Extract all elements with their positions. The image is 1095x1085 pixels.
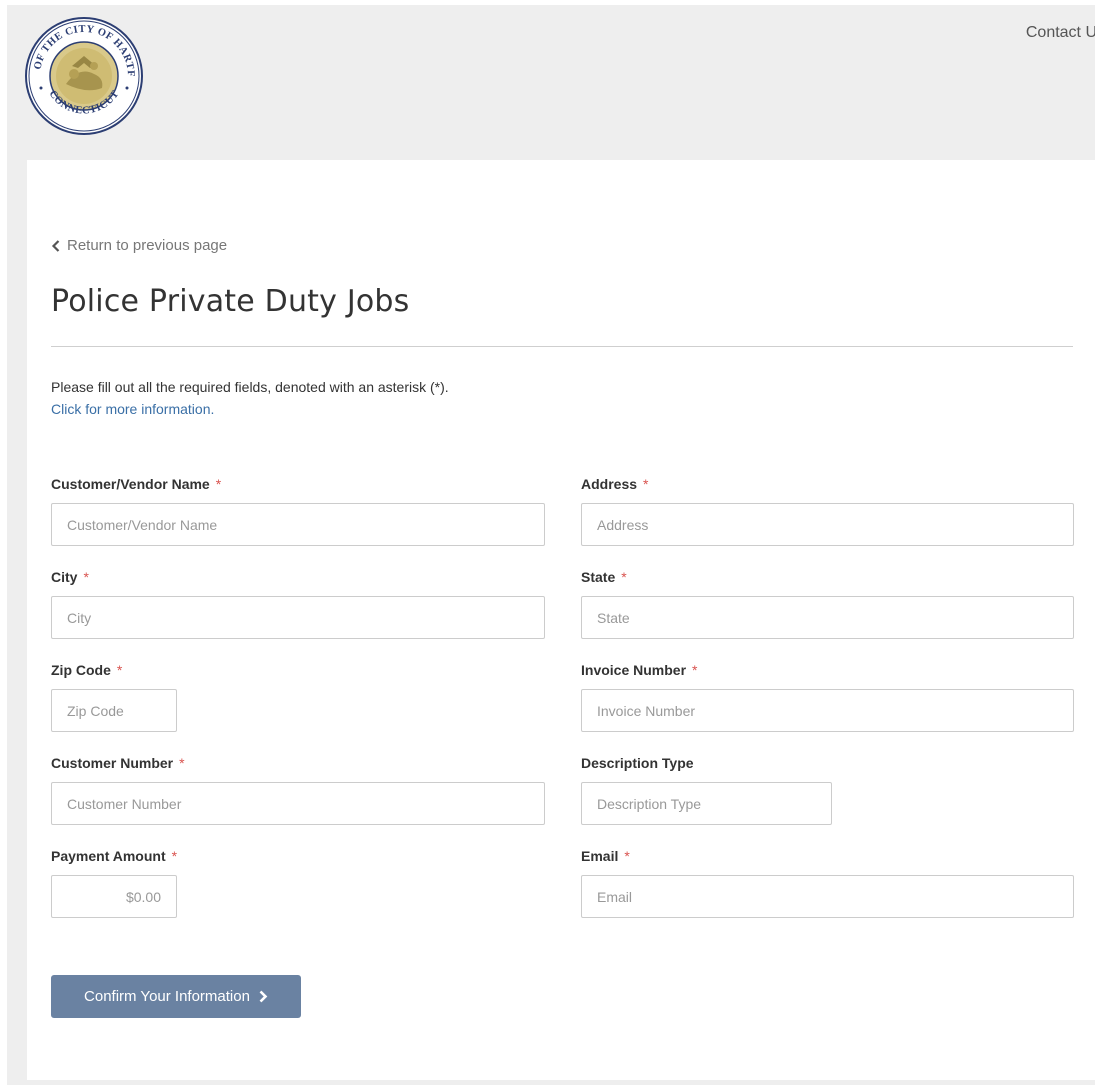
- more-information-link[interactable]: Click for more information.: [51, 401, 214, 417]
- description-type-label: Description Type: [581, 755, 694, 771]
- invoice-number-label: Invoice Number *: [581, 662, 698, 678]
- seal-icon: SEAL OF THE CITY OF HARTFORD CONNECTICUT: [20, 8, 143, 135]
- customer-name-group: Customer/Vendor Name *: [51, 474, 545, 546]
- address-label: Address *: [581, 476, 649, 492]
- contact-us-link[interactable]: Contact Us: [1026, 24, 1095, 42]
- site-header: SEAL OF THE CITY OF HARTFORD CONNECTICUT…: [7, 5, 1095, 160]
- email-label: Email *: [581, 848, 630, 864]
- required-asterisk: *: [179, 755, 185, 771]
- return-previous-link[interactable]: Return to previous page: [51, 237, 227, 254]
- title-divider: [51, 346, 1073, 347]
- customer-name-label: Customer/Vendor Name *: [51, 476, 222, 492]
- return-previous-label: Return to previous page: [67, 237, 228, 254]
- state-input[interactable]: [581, 596, 1074, 639]
- confirm-information-button[interactable]: Confirm Your Information: [51, 975, 301, 1018]
- customer-name-input[interactable]: [51, 503, 545, 546]
- city-group: City *: [51, 567, 545, 639]
- customer-number-label: Customer Number *: [51, 755, 185, 771]
- required-asterisk: *: [171, 848, 178, 864]
- required-asterisk: *: [643, 476, 649, 492]
- required-asterisk: *: [116, 662, 123, 678]
- email-group: Email *: [581, 846, 1074, 918]
- required-asterisk: *: [621, 569, 627, 585]
- state-group: State *: [581, 567, 1074, 639]
- email-input[interactable]: [581, 875, 1074, 918]
- chevron-right-icon: [259, 990, 268, 1003]
- required-asterisk: *: [215, 476, 222, 492]
- required-fields-note: Please fill out all the required fields,…: [51, 379, 449, 395]
- required-asterisk: *: [624, 848, 630, 864]
- city-input[interactable]: [51, 596, 545, 639]
- address-input[interactable]: [581, 503, 1074, 546]
- required-asterisk: *: [692, 662, 698, 678]
- city-label: City *: [51, 569, 89, 585]
- customer-number-group: Customer Number *: [51, 753, 545, 825]
- required-asterisk: *: [83, 569, 89, 585]
- description-type-group: Description Type: [581, 753, 832, 825]
- invoice-number-input[interactable]: [581, 689, 1074, 732]
- payment-amount-input[interactable]: [51, 875, 177, 918]
- main-content: Return to previous page Police Private D…: [27, 160, 1095, 1080]
- description-type-input[interactable]: [581, 782, 832, 825]
- address-group: Address *: [581, 474, 1074, 546]
- chevron-left-icon: [51, 239, 60, 252]
- city-seal-logo[interactable]: SEAL OF THE CITY OF HARTFORD CONNECTICUT: [20, 8, 144, 136]
- invoice-number-group: Invoice Number *: [581, 660, 1074, 732]
- page-frame: SEAL OF THE CITY OF HARTFORD CONNECTICUT…: [7, 5, 1095, 1085]
- zip-code-input[interactable]: [51, 689, 177, 732]
- zip-code-group: Zip Code *: [51, 660, 177, 732]
- zip-code-label: Zip Code *: [51, 662, 123, 678]
- page-title: Police Private Duty Jobs: [51, 284, 410, 319]
- state-label: State *: [581, 569, 627, 585]
- confirm-information-label: Confirm Your Information: [84, 988, 250, 1005]
- payment-amount-label: Payment Amount *: [51, 848, 178, 864]
- payment-amount-group: Payment Amount *: [51, 846, 177, 918]
- customer-number-input[interactable]: [51, 782, 545, 825]
